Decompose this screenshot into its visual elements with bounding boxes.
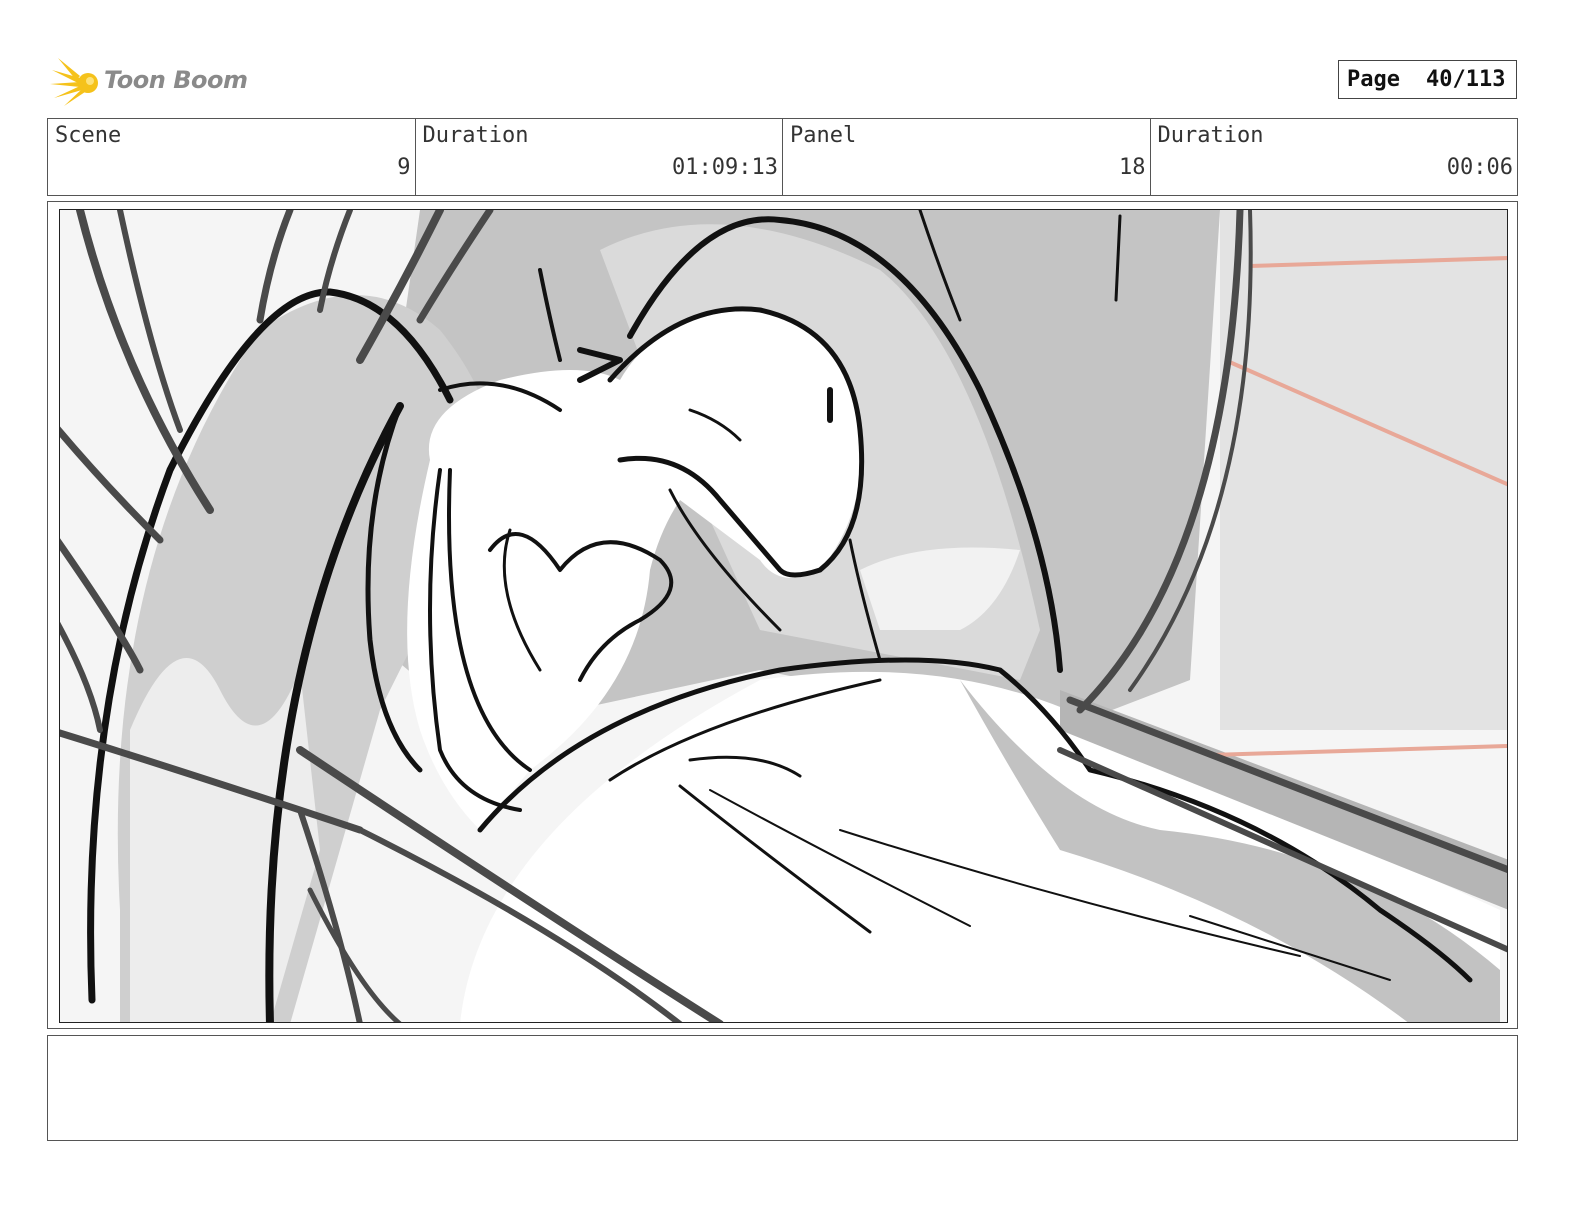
toon-boom-logo: Toon Boom: [50, 52, 250, 110]
storyboard-panel: [47, 201, 1518, 1029]
scene-cell: Scene 9: [48, 119, 416, 195]
panel-image-frame: [59, 209, 1508, 1023]
panel-duration-cell: Duration 00:06: [1151, 119, 1518, 195]
page-label: Page: [1347, 67, 1400, 92]
scene-duration-value: 01:09:13: [672, 155, 778, 180]
scene-duration-label: Duration: [422, 123, 529, 148]
page-indicator: Page 40/113: [1338, 60, 1517, 99]
logo-text: Toon Boom: [104, 66, 248, 94]
panel-duration-value: 00:06: [1446, 155, 1513, 180]
scene-label: Scene: [55, 123, 122, 148]
scene-duration-cell: Duration 01:09:13: [416, 119, 783, 195]
storyboard-sketch: [60, 210, 1507, 1022]
scene-info-row: Scene 9 Duration 01:09:13 Panel 18 Durat…: [47, 118, 1518, 196]
scene-value: 9: [397, 155, 411, 180]
panel-value: 18: [1119, 155, 1146, 180]
panel-notes-box: [47, 1035, 1518, 1141]
panel-cell: Panel 18: [783, 119, 1151, 195]
starburst-icon: [50, 58, 98, 106]
panel-label: Panel: [790, 123, 857, 148]
page-number: 40/113: [1425, 67, 1506, 92]
panel-duration-label: Duration: [1157, 123, 1264, 148]
